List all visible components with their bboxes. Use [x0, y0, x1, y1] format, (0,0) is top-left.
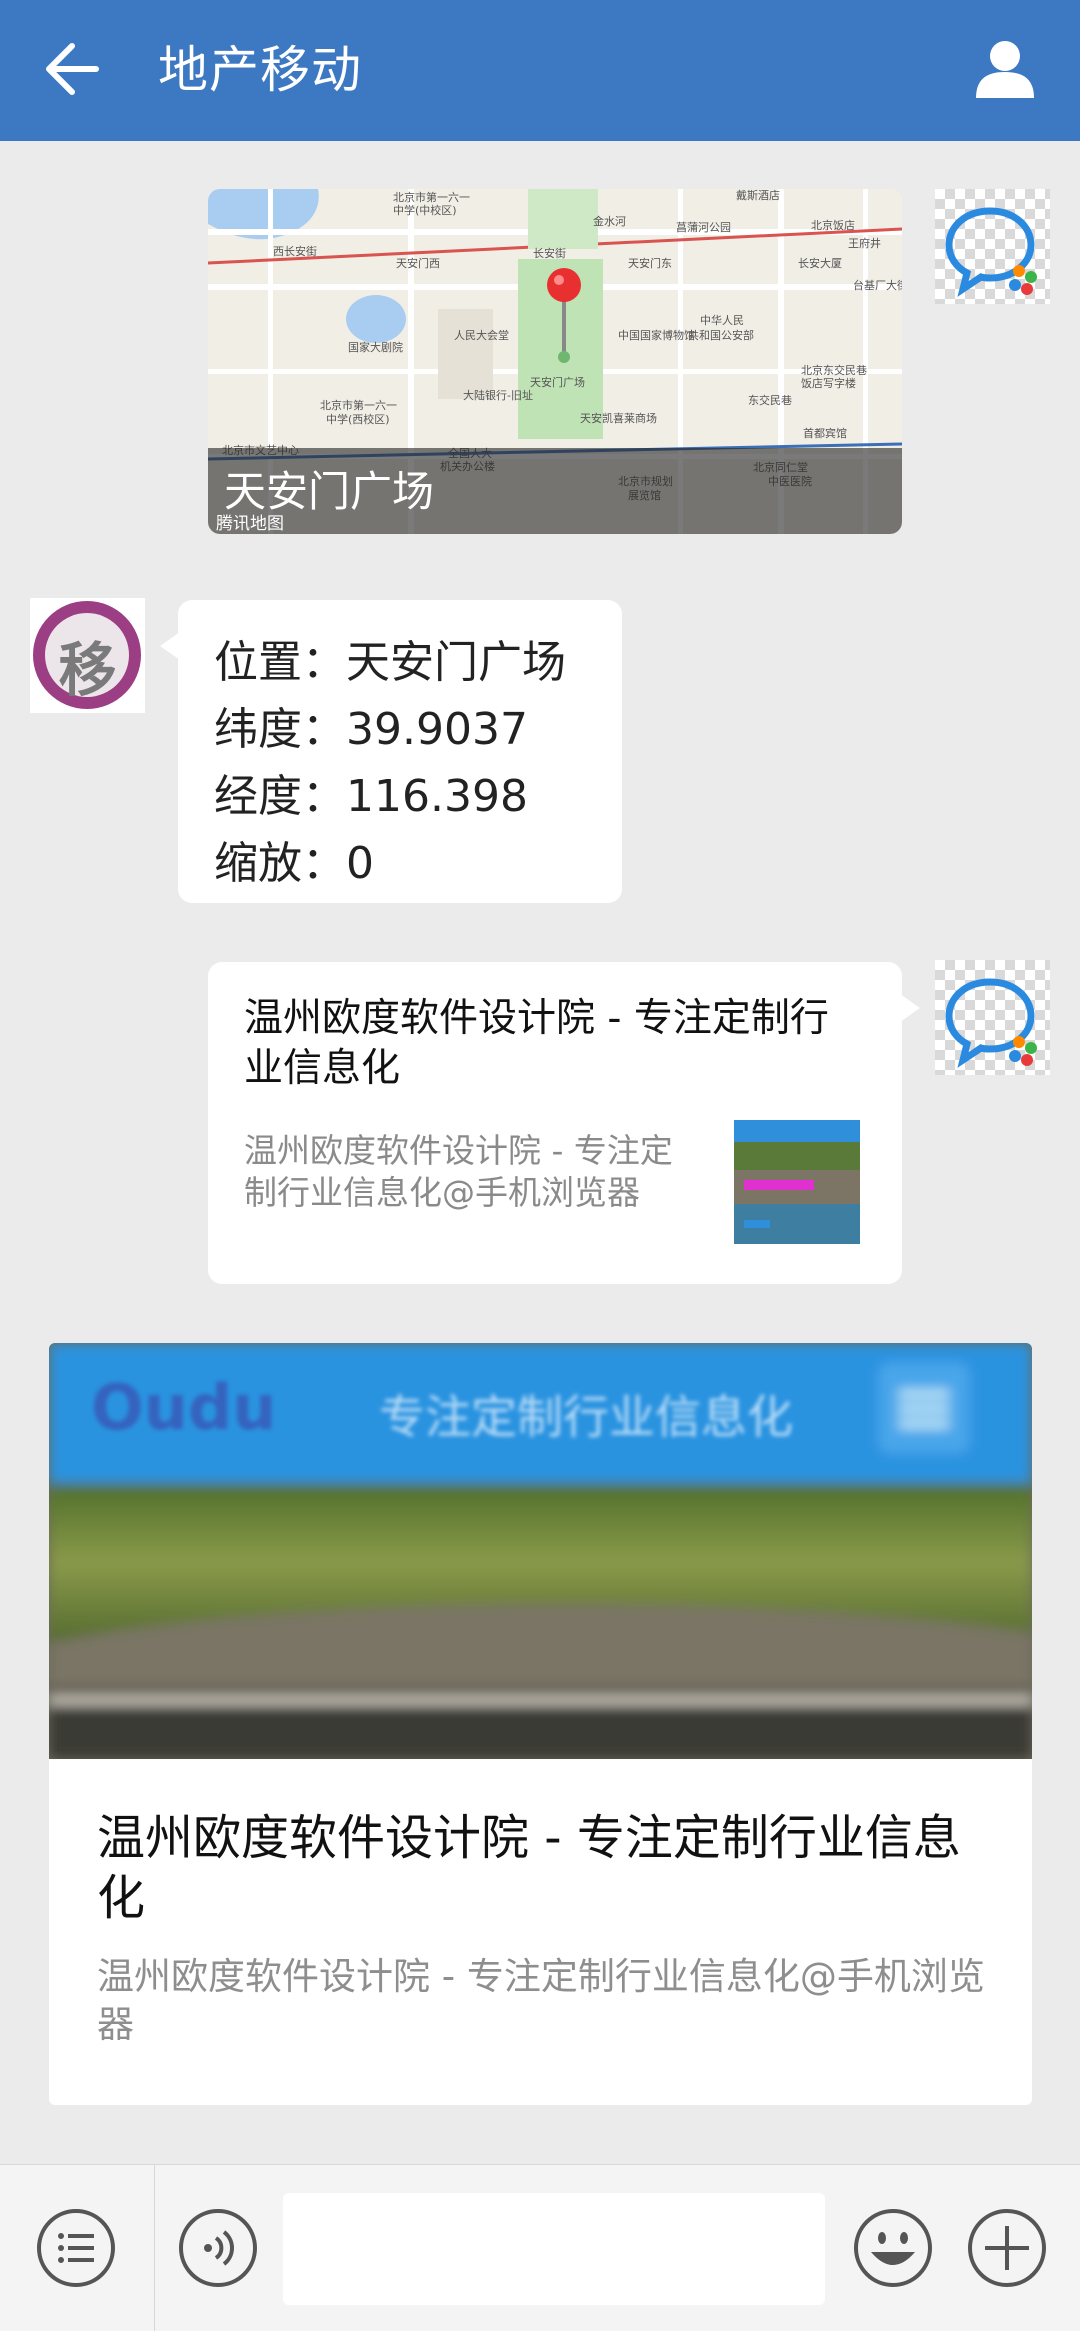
svg-text:长安大厦: 长安大厦 — [798, 256, 842, 270]
svg-text:中学(中校区): 中学(中校区) — [393, 203, 457, 217]
svg-text:中华人民: 中华人民 — [700, 313, 744, 327]
page-title: 地产移动 — [158, 41, 362, 99]
news-card[interactable]: Oudu 专注定制行业信息化 温州欧度软件设计院 - 专注定制行业信息化 温州欧… — [49, 1343, 1032, 2105]
svg-text:天安门东: 天安门东 — [628, 256, 672, 270]
svg-text:北京饭店: 北京饭店 — [811, 218, 855, 232]
emoji-icon — [854, 2209, 932, 2287]
svg-text:国家大剧院: 国家大剧院 — [348, 340, 403, 354]
svg-text:北京东交民巷: 北京东交民巷 — [801, 363, 867, 377]
chat-app-logo-icon — [945, 978, 1037, 1068]
bar-divider — [154, 2165, 155, 2331]
latitude-value: 39.9037 — [346, 704, 528, 755]
user-icon — [976, 41, 1034, 98]
card-description: 温州欧度软件设计院 - 专注定制行业信息化@手机浏览器 — [97, 1955, 985, 2046]
svg-text:东交民巷: 东交民巷 — [748, 393, 792, 407]
card-title: 温州欧度软件设计院 - 专注定制行业信息化 — [97, 1810, 961, 1926]
location-label: 位置： — [214, 637, 346, 688]
user-profile-button[interactable] — [974, 38, 1036, 100]
latitude-label: 纬度： — [214, 704, 346, 755]
link-thumbnail — [734, 1120, 860, 1244]
map-credit: 腾讯地图 — [216, 514, 284, 534]
message-input[interactable] — [283, 2193, 825, 2305]
location-text-message[interactable]: 位置：天安门广场 纬度：39.9037 经度：116.398 缩放：0 — [160, 600, 622, 903]
svg-text:天安门西: 天安门西 — [396, 256, 440, 270]
voice-icon — [179, 2209, 257, 2287]
link-share-message[interactable]: 温州欧度软件设计院 - 专注定制行业信息化 温州欧度软件设计院 - 专注定制行业… — [208, 962, 920, 1284]
location-value: 天安门广场 — [346, 637, 566, 688]
zoom-label: 缩放： — [214, 838, 346, 889]
svg-text:天安门广场: 天安门广场 — [530, 375, 585, 389]
add-attachment-button[interactable] — [967, 2208, 1047, 2288]
svg-text:长安街: 长安街 — [533, 246, 566, 260]
svg-text:中国国家博物馆: 中国国家博物馆 — [618, 328, 695, 342]
svg-text:台基厂大街: 台基厂大街 — [853, 278, 902, 292]
chat-app-logo-icon — [945, 207, 1037, 297]
card-hero-slogan: 专注定制行业信息化 — [379, 1390, 793, 1444]
card-hero-image: Oudu 专注定制行业信息化 — [49, 1343, 1032, 1759]
svg-text:中学(西校区): 中学(西校区) — [326, 412, 390, 426]
plus-icon — [968, 2209, 1046, 2287]
map-location-message[interactable]: 北京市第一六一 中学(中校区) 西长安街 天安门西 天安门东 长安街 菖蒲河公园… — [208, 189, 902, 534]
svg-text:天安凯喜莱商场: 天安凯喜莱商场 — [580, 411, 657, 425]
svg-text:金水河: 金水河 — [593, 214, 626, 228]
svg-text:人民大会堂: 人民大会堂 — [454, 328, 509, 342]
svg-text:西长安街: 西长安街 — [273, 244, 317, 258]
self-avatar[interactable] — [935, 189, 1050, 304]
contact-avatar[interactable]: 移 — [30, 598, 145, 713]
longitude-label: 经度： — [214, 771, 346, 822]
list-menu-icon — [37, 2209, 115, 2287]
back-button[interactable] — [42, 38, 102, 100]
app-header: 地产移动 — [0, 0, 1080, 141]
svg-text:饭店写字楼: 饭店写字楼 — [801, 376, 856, 390]
zoom-row: 缩放：0 — [214, 827, 374, 891]
arrow-left-icon — [46, 43, 99, 95]
link-description: 温州欧度软件设计院 - 专注定制行业信息化@手机浏览器 — [244, 1131, 673, 1212]
longitude-row: 经度：116.398 — [214, 760, 528, 824]
voice-button[interactable] — [178, 2208, 258, 2288]
emoji-button[interactable] — [853, 2208, 933, 2288]
map-caption-overlay: 天安门广场 腾讯地图 — [208, 448, 902, 534]
svg-text:王府井: 王府井 — [848, 236, 881, 250]
svg-text:戴斯酒店: 戴斯酒店 — [736, 189, 780, 202]
svg-text:菖蒲河公园: 菖蒲河公园 — [676, 220, 731, 234]
self-avatar[interactable] — [935, 960, 1050, 1075]
svg-text:共和国公安部: 共和国公安部 — [688, 328, 754, 342]
location-row: 位置：天安门广场 — [214, 626, 566, 690]
contact-avatar-char: 移 — [58, 636, 117, 704]
longitude-value: 116.398 — [346, 771, 528, 822]
card-hero-logo: Oudu — [91, 1371, 277, 1444]
chat-input-bar — [0, 2164, 1080, 2331]
svg-text:北京市第一六一: 北京市第一六一 — [320, 398, 397, 412]
zoom-value: 0 — [346, 838, 374, 889]
menu-button[interactable] — [36, 2208, 116, 2288]
svg-text:首都宾馆: 首都宾馆 — [803, 426, 847, 440]
latitude-row: 纬度：39.9037 — [214, 693, 528, 757]
svg-text:北京市第一六一: 北京市第一六一 — [393, 190, 470, 204]
link-title: 温州欧度软件设计院 - 专注定制行业信息化 — [244, 996, 829, 1091]
svg-text:大陆银行-旧址: 大陆银行-旧址 — [463, 388, 533, 402]
